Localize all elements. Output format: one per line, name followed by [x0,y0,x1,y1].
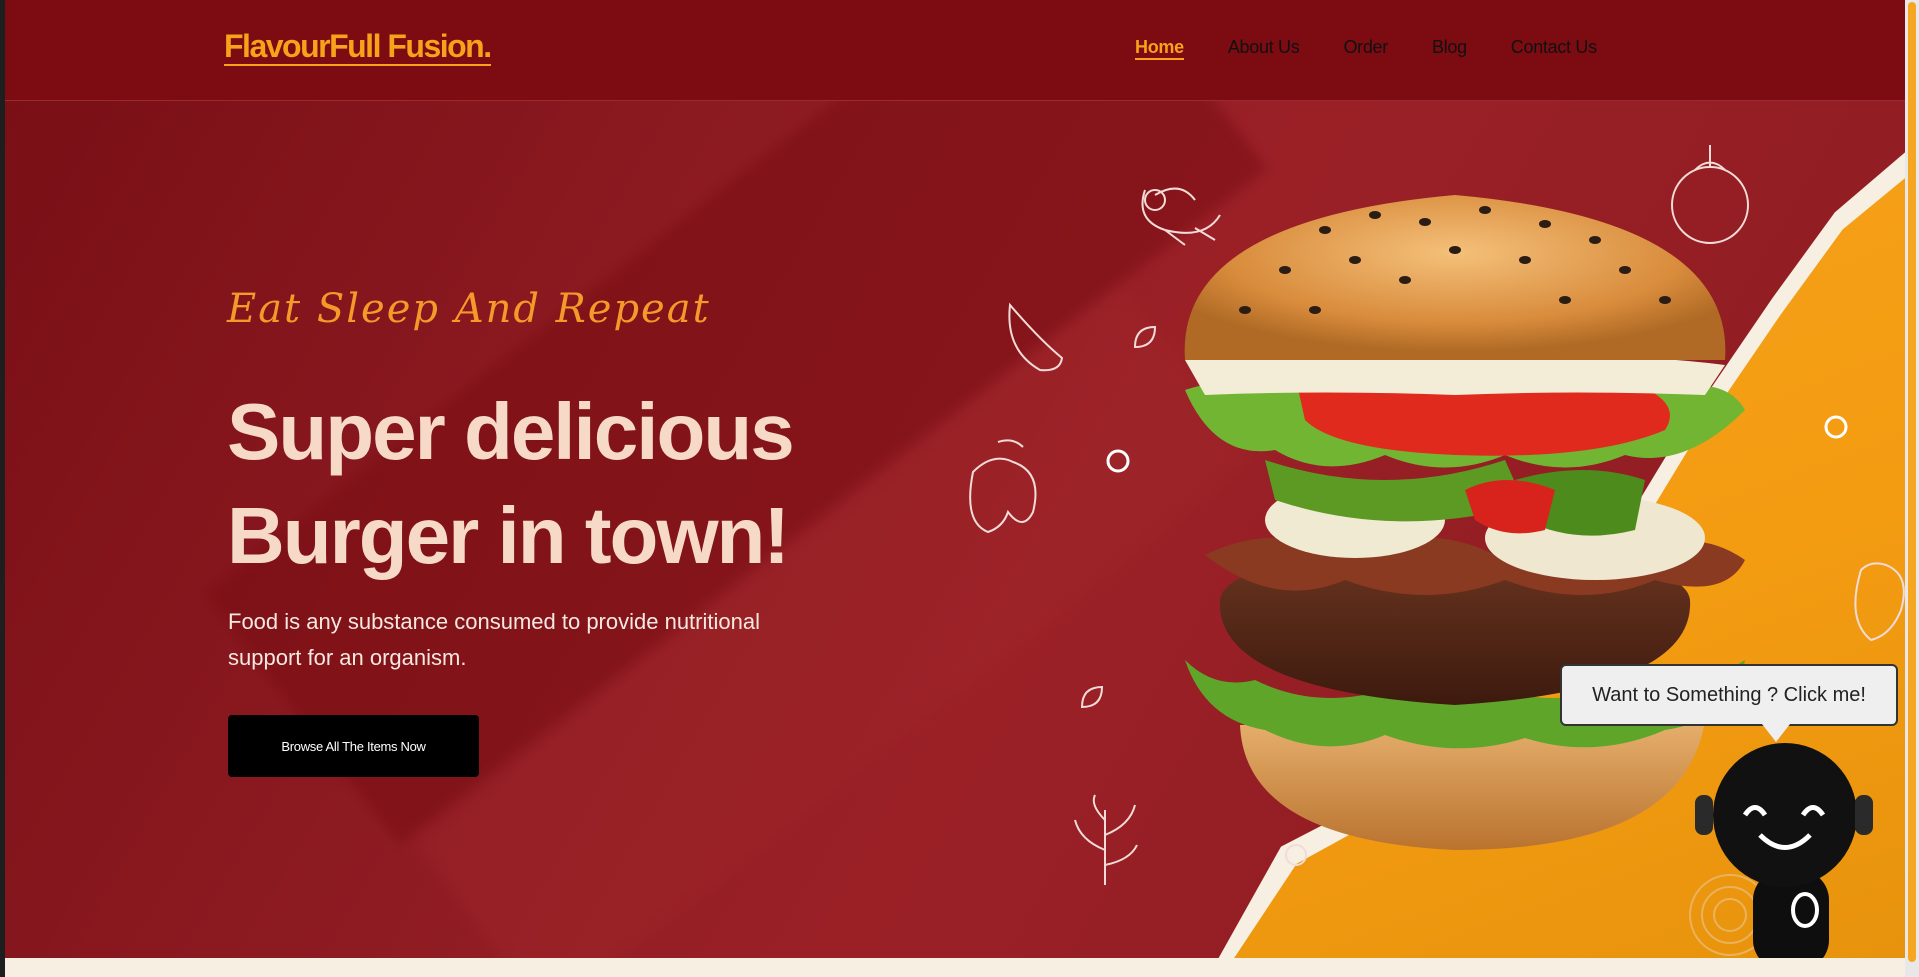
nav-item-blog[interactable]: Blog [1432,36,1467,60]
headline-line-1: Super delicious [227,387,795,476]
nav-item-home[interactable]: Home [1135,36,1184,60]
hero-headline: Super delicious Burger in town! [227,380,927,588]
page-bottom-strip [5,958,1910,977]
site-header: FlavourFull Fusion. Home About Us Order … [5,0,1905,101]
browse-items-button[interactable]: Browse All The Items Now [228,715,479,777]
main-nav: Home About Us Order Blog Contact Us [1135,36,1641,60]
scrollbar[interactable] [1905,0,1919,977]
headline-line-2: Burger in town! [227,491,790,580]
page-viewport: FlavourFull Fusion. Home About Us Order … [5,0,1905,958]
garlic-doodle-icon [1008,302,1064,372]
leaf-doodle-icon [1080,685,1104,709]
nav-item-order[interactable]: Order [1343,36,1388,60]
pepper-doodle-icon [969,439,1037,534]
scrollbar-thumb[interactable] [1908,2,1916,962]
pepper-doodle-icon [1854,562,1905,642]
chatbot-bubble[interactable]: Want to Something ? Click me! [1560,664,1898,726]
hero-description: Food is any substance consumed to provid… [228,609,760,670]
site-logo[interactable]: FlavourFull Fusion. [224,28,492,66]
robot-chatbot-icon[interactable] [1695,740,1875,958]
nav-item-about-us[interactable]: About Us [1228,36,1300,60]
nav-item-contact-us[interactable]: Contact Us [1511,36,1597,60]
hero-tagline: Eat Sleep And Repeat [227,286,711,332]
